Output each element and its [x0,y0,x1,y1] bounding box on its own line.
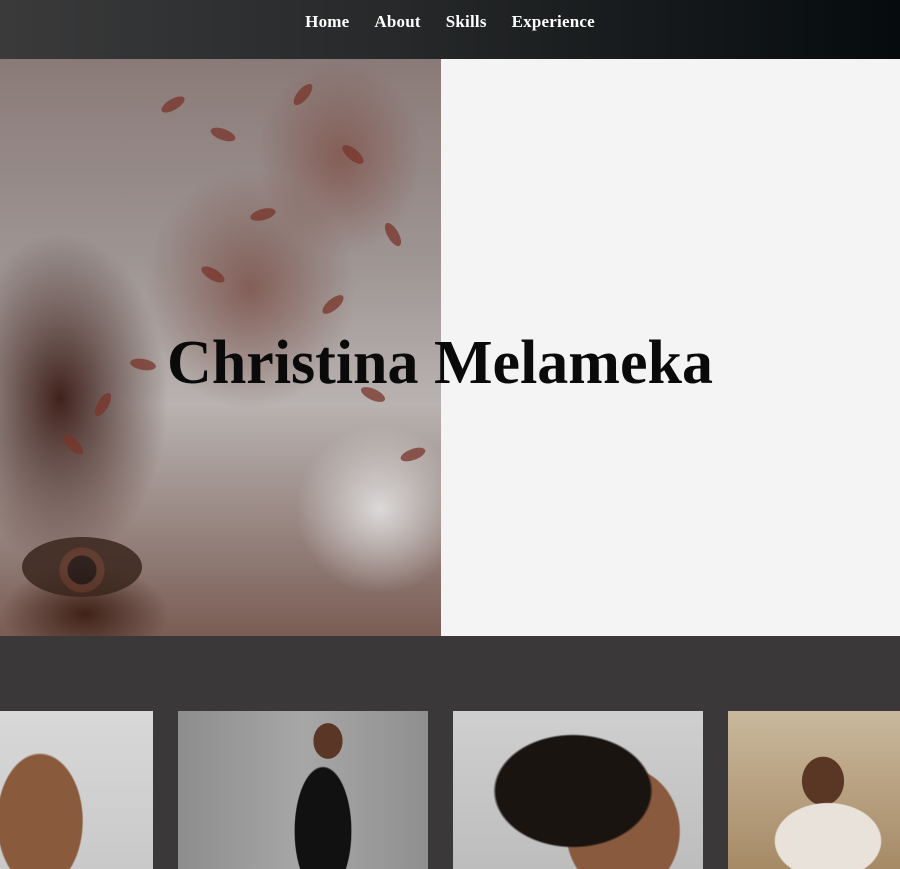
hero-title: Christina Melameka [167,329,713,397]
leaf-shape [59,431,87,458]
hero-section: Christina Melameka [0,59,900,636]
nav-item-about: About [374,12,420,32]
leaf-shape [91,390,115,419]
leaf-shape [339,141,367,168]
nav-item-skills: Skills [446,12,487,32]
leaf-shape [290,81,316,108]
nav-item-home: Home [305,12,349,32]
eye-detail [22,537,142,597]
nav-link-experience[interactable]: Experience [512,12,595,31]
leaf-shape [381,220,405,249]
leaf-shape [319,291,347,318]
leaf-shape [158,93,188,116]
gallery-thumb-lounging[interactable] [728,711,900,869]
leaf-shape [249,205,277,224]
gallery-thumb-ear-closeup[interactable] [453,711,703,869]
gallery-thumb-profile[interactable] [0,711,153,869]
leaf-shape [208,124,238,145]
leaf-shape [198,263,228,286]
leaf-shape [398,444,428,465]
gallery-thumb-fashion-pose[interactable] [178,711,428,869]
nav-link-about[interactable]: About [374,12,420,31]
nav-item-experience: Experience [512,12,595,32]
nav-link-home[interactable]: Home [305,12,349,31]
top-navigation: Home About Skills Experience [0,0,900,59]
photo-gallery [0,711,900,869]
nav-list: Home About Skills Experience [305,12,595,32]
nav-link-skills[interactable]: Skills [446,12,487,31]
